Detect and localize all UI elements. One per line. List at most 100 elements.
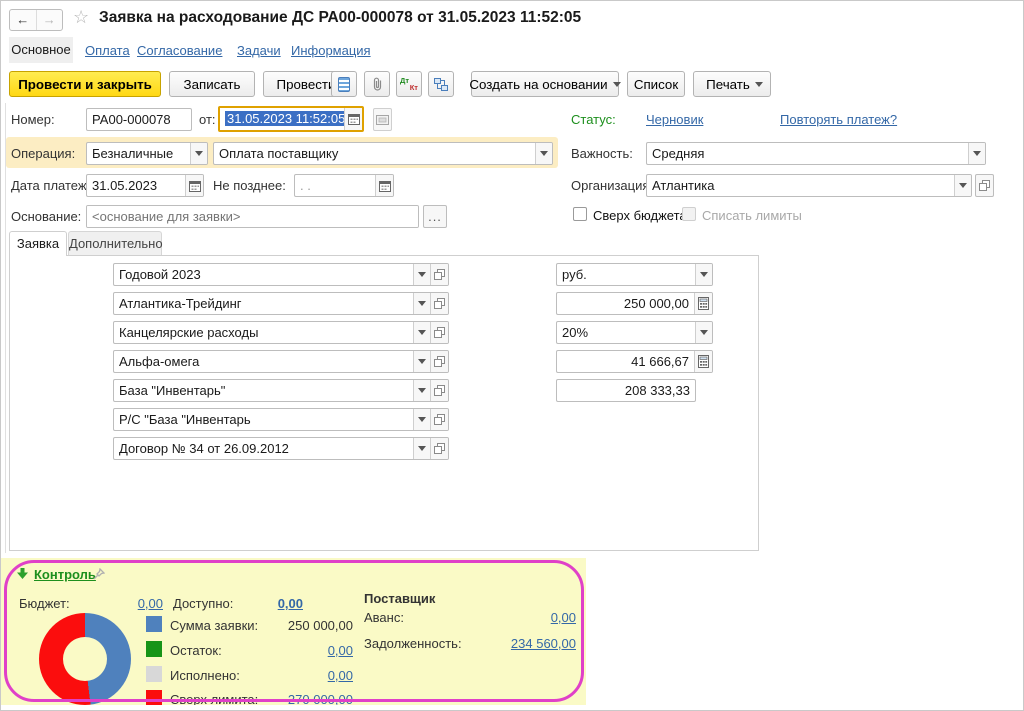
open-ref-button[interactable] <box>430 322 448 343</box>
chevron-down-icon <box>418 446 426 451</box>
operation-type-select[interactable]: Безналичные <box>86 142 208 165</box>
scenario-select[interactable]: Годовой 2023 <box>113 263 449 286</box>
repeat-payment-link[interactable]: Повторять платеж? <box>780 112 897 127</box>
open-link-icon <box>434 269 445 280</box>
open-ref-button[interactable] <box>430 409 448 430</box>
dropdown-button[interactable] <box>190 143 207 164</box>
currency-select[interactable]: руб. <box>556 263 713 286</box>
date-field[interactable]: 31.05.2023 11:52:05 <box>218 106 364 132</box>
nav-history-group: ← → <box>9 9 63 31</box>
vat-rate-select[interactable]: 20% <box>556 321 713 344</box>
post-and-close-button[interactable]: Провести и закрыть <box>9 71 161 97</box>
print-button[interactable]: Печать <box>693 71 771 97</box>
over-budget-checkbox[interactable] <box>573 207 587 221</box>
advance-value-link[interactable]: 0,00 <box>481 610 576 625</box>
legend-value-over-limit[interactable]: 270 000,00 <box>231 692 353 705</box>
dropdown-button[interactable] <box>413 351 430 372</box>
legend-value-remainder[interactable]: 0,00 <box>231 643 353 658</box>
document-structure-button[interactable] <box>428 71 454 97</box>
open-link-icon <box>434 327 445 338</box>
write-off-limits-checkbox[interactable] <box>682 207 696 221</box>
reason-more-button[interactable]: ... <box>423 205 447 228</box>
dropdown-button[interactable] <box>968 143 985 164</box>
calendar-button[interactable] <box>185 175 203 196</box>
dropdown-button[interactable] <box>535 143 552 164</box>
importance-select[interactable]: Средняя <box>646 142 986 165</box>
nav-item-payment[interactable]: Оплата <box>85 43 130 58</box>
reason-field[interactable] <box>86 205 419 228</box>
available-label: Доступно: <box>173 596 233 611</box>
dropdown-button[interactable] <box>413 293 430 314</box>
create-based-on-button[interactable]: Создать на основании <box>471 71 619 97</box>
amount-field[interactable]: 250 000,00 <box>556 292 713 315</box>
legend-label-remainder: Остаток: <box>170 643 222 658</box>
dropdown-button[interactable] <box>413 438 430 459</box>
project-select[interactable]: Альфа-омега <box>113 350 449 373</box>
register-icon <box>338 77 350 92</box>
control-link[interactable]: Контроль <box>34 567 96 582</box>
nav-item-approval[interactable]: Согласование <box>137 43 222 58</box>
status-link[interactable]: Черновик <box>646 112 703 127</box>
open-input-form-button[interactable] <box>373 108 392 131</box>
chevron-down-icon <box>418 359 426 364</box>
open-ref-button[interactable] <box>430 380 448 401</box>
open-ref-button[interactable] <box>430 264 448 285</box>
dropdown-button[interactable] <box>695 264 712 285</box>
tab-request[interactable]: Заявка <box>9 231 67 256</box>
back-button[interactable]: ← <box>10 10 37 30</box>
amount-without-vat-field[interactable]: 208 333,33 <box>556 379 696 402</box>
calendar-button[interactable] <box>344 108 362 130</box>
payee-account-select[interactable]: Р/С "База "Инвентарь <box>113 408 449 431</box>
open-ref-button[interactable] <box>430 438 448 459</box>
chevron-down-icon <box>418 301 426 306</box>
open-ref-button[interactable] <box>430 351 448 372</box>
turnover-item-select[interactable]: Канцелярские расходы <box>113 321 449 344</box>
calendar-icon <box>379 180 391 192</box>
nav-item-tasks[interactable]: Задачи <box>237 43 281 58</box>
dropdown-button[interactable] <box>413 409 430 430</box>
dropdown-button[interactable] <box>413 380 430 401</box>
pay-date-label: Дата платежа: <box>11 178 97 193</box>
dropdown-button[interactable] <box>695 322 712 343</box>
forward-button[interactable]: → <box>37 10 63 30</box>
save-button[interactable]: Записать <box>169 71 255 97</box>
calendar-button[interactable] <box>375 175 393 196</box>
advance-label: Аванс: <box>364 610 404 625</box>
nav-item-info[interactable]: Информация <box>291 43 371 58</box>
list-button[interactable]: Список <box>627 71 685 97</box>
nav-item-main[interactable]: Основное <box>9 37 73 63</box>
page-title: Заявка на расходование ДС РА00-000078 от… <box>99 9 581 27</box>
register-records-button[interactable] <box>331 71 357 97</box>
favorite-star-icon[interactable]: ☆ <box>73 7 89 28</box>
open-organization-button[interactable] <box>975 174 994 197</box>
reason-input[interactable] <box>87 206 418 227</box>
not-later-field[interactable]: . . <box>294 174 394 197</box>
organization-label: Организация: <box>571 178 653 193</box>
cfo-select[interactable]: Атлантика-Трейдинг <box>113 292 449 315</box>
legend-value-executed[interactable]: 0,00 <box>231 668 353 683</box>
organization-select[interactable]: Атлантика <box>646 174 972 197</box>
calculator-button[interactable] <box>694 351 712 372</box>
available-value-link[interactable]: 0,00 <box>251 596 303 611</box>
calculator-button[interactable] <box>694 293 712 314</box>
budget-value-link[interactable]: 0,00 <box>121 596 163 611</box>
status-label: Статус: <box>571 112 616 127</box>
pin-icon[interactable] <box>93 568 105 580</box>
pay-date-field[interactable]: 31.05.2023 <box>86 174 204 197</box>
payee-select[interactable]: База "Инвентарь" <box>113 379 449 402</box>
contract-select[interactable]: Договор № 34 от 26.09.2012 <box>113 437 449 460</box>
green-down-arrow-icon <box>17 568 28 579</box>
operation-kind-select[interactable]: Оплата поставщику <box>213 142 553 165</box>
vat-field[interactable]: 41 666,67 <box>556 350 713 373</box>
dropdown-button[interactable] <box>954 175 971 196</box>
accounting-entries-button[interactable]: Дт Кт <box>396 71 422 97</box>
calculator-icon <box>698 355 709 368</box>
tab-additional[interactable]: Дополнительно <box>68 231 162 256</box>
attachments-button[interactable] <box>364 71 390 97</box>
number-field[interactable]: РА00-000078 <box>86 108 192 131</box>
dropdown-button[interactable] <box>413 322 430 343</box>
dropdown-button[interactable] <box>413 264 430 285</box>
chevron-down-icon <box>755 82 763 87</box>
open-ref-button[interactable] <box>430 293 448 314</box>
debt-value-link[interactable]: 234 560,00 <box>461 636 576 651</box>
